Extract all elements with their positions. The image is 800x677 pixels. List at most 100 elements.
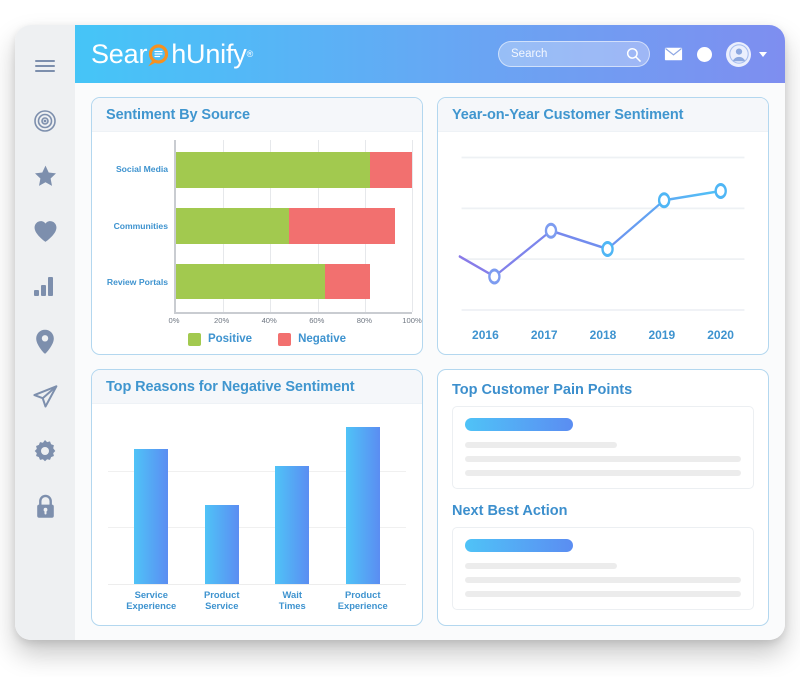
line-chart-point[interactable] <box>544 222 558 239</box>
legend-item[interactable]: Positive <box>187 332 253 346</box>
line-chart-point[interactable] <box>657 192 671 209</box>
star-icon[interactable] <box>30 161 60 191</box>
heart-icon[interactable] <box>30 216 60 246</box>
axis-tick-label: 2020 <box>707 327 734 342</box>
card-title: Year-on-Year Customer Sentiment <box>452 107 684 123</box>
bar-segment-negative <box>369 152 412 188</box>
chart-category-label: Social Media <box>115 164 168 175</box>
column-label: Product Service <box>204 589 240 612</box>
axis-tick-label: 60% <box>309 315 325 325</box>
legend-label: Negative <box>298 333 347 345</box>
axis-tick-label: 20% <box>213 315 230 325</box>
paper-plane-icon[interactable] <box>30 381 60 411</box>
legend-label: Positive <box>207 333 253 345</box>
stacked-bar[interactable] <box>176 152 412 188</box>
column-bar[interactable] <box>345 427 380 584</box>
placeholder-line <box>465 441 617 448</box>
search-box[interactable] <box>498 41 650 67</box>
main-area: Sear hUnify ® Search Sentiment By Source… <box>75 25 785 640</box>
column-label: Wait Times <box>278 589 306 612</box>
axis-tick-label: 100% <box>402 315 422 325</box>
user-avatar-icon[interactable] <box>726 41 751 67</box>
card-top-reasons-negative-sentiment: Top Reasons for Negative Sentiment Servi… <box>91 368 423 626</box>
line-chart-markers <box>488 182 727 285</box>
bar-segment-negative <box>289 207 396 244</box>
chart-x-axis: 0% 20% 40% 60% 80% 100% <box>169 314 422 329</box>
stacked-bar[interactable] <box>176 263 370 300</box>
logo-text-prefix: Sear <box>91 38 148 69</box>
legend-item[interactable]: Negative <box>278 332 347 346</box>
column-bar[interactable] <box>134 449 169 584</box>
column-bar[interactable] <box>204 504 239 584</box>
stacked-bar-chart: Social Media Communities Review Portals 0%… <box>102 140 422 348</box>
axis-tick-label: 80% <box>356 315 372 325</box>
envelope-icon[interactable] <box>664 47 683 61</box>
bar-segment-positive <box>176 263 325 300</box>
dashboard-content: Sentiment By Source Social Media Communit… <box>75 83 785 640</box>
column-chart-plot <box>108 416 406 585</box>
line-chart-series-path <box>458 189 722 278</box>
pain-points-placeholder <box>452 405 754 489</box>
card-body: 2016 2017 2018 2019 2020 <box>438 132 768 354</box>
lock-icon[interactable] <box>30 491 60 521</box>
top-header-bar: Sear hUnify ® <box>75 25 785 83</box>
location-pin-icon[interactable] <box>30 326 60 356</box>
screenshot-stage: Sear hUnify ® Search Sentiment By Source… <box>0 0 800 677</box>
placeholder-line <box>465 576 741 583</box>
search-input[interactable] <box>511 48 626 60</box>
notification-dot-icon[interactable] <box>697 46 712 62</box>
axis-tick-label: 2017 <box>530 327 558 342</box>
card-body: Service Experience Product Service Wait Times… <box>92 404 422 626</box>
card-title: Sentiment By Source <box>106 107 250 123</box>
bar-segment-positive <box>176 152 370 188</box>
chart-bar-row <box>176 142 412 198</box>
column-bar[interactable] <box>275 466 310 584</box>
card-header: Year-on-Year Customer Sentiment <box>438 98 768 132</box>
chart-plot-area: Social Media Communities Review Portals <box>102 140 413 314</box>
gear-icon[interactable] <box>30 436 60 466</box>
column-label: Service Experience <box>126 589 177 612</box>
axis-tick-label: 40% <box>261 315 277 325</box>
axis-tick-label: 2018 <box>589 327 617 342</box>
bar-chart-icon[interactable] <box>30 271 60 301</box>
logo-text-suffix: hUnify <box>171 38 247 69</box>
placeholder-line <box>465 455 741 462</box>
chart-gridline <box>412 140 413 312</box>
card-year-on-year-sentiment: Year-on-Year Customer Sentiment 2016 201… <box>437 97 769 355</box>
line-chart-point[interactable] <box>714 182 727 199</box>
placeholder-line <box>465 562 617 569</box>
placeholder-pill <box>465 538 573 552</box>
bar-segment-negative <box>324 263 370 300</box>
section-title-next-best-action: Next Best Action <box>452 502 568 519</box>
axis-tick-label: 2019 <box>648 327 676 342</box>
line-chart-gridlines <box>461 156 745 311</box>
axis-tick-label: 2016 <box>472 327 499 342</box>
legend-swatch <box>278 332 292 346</box>
app-window: Sear hUnify ® Search Sentiment By Source… <box>15 25 785 640</box>
line-chart-point[interactable] <box>488 268 501 285</box>
app-logo[interactable]: Sear hUnify ® <box>91 39 253 70</box>
left-sidebar <box>15 25 75 640</box>
chevron-down-icon[interactable] <box>759 51 767 57</box>
top-header-actions <box>498 41 767 67</box>
card-title: Top Reasons for Negative Sentiment <box>106 378 355 395</box>
next-best-action-placeholder <box>452 526 754 610</box>
chart-bar-row <box>176 198 412 254</box>
column-chart-bars <box>116 416 398 584</box>
line-chart-x-axis: 2016 2017 2018 2019 2020 <box>448 328 758 348</box>
stacked-bar[interactable] <box>176 207 396 244</box>
target-icon[interactable] <box>30 106 60 136</box>
placeholder-line <box>465 590 741 597</box>
chart-category-label: Review Portals <box>106 277 168 288</box>
card-body: Top Customer Pain Points Next Best Actio… <box>438 370 768 626</box>
axis-tick-label: 0% <box>168 315 180 325</box>
line-chart-svg <box>458 156 745 311</box>
chart-bars-area <box>174 140 413 314</box>
hamburger-menu-icon[interactable] <box>30 51 60 81</box>
line-chart-point[interactable] <box>601 241 614 257</box>
chart-bar-row <box>176 254 412 310</box>
search-icon[interactable] <box>626 47 641 62</box>
card-pain-points-and-next-action: Top Customer Pain Points Next Best Actio… <box>437 368 769 626</box>
chart-bar-rows <box>176 142 412 310</box>
line-chart: 2016 2017 2018 2019 2020 <box>448 140 758 348</box>
